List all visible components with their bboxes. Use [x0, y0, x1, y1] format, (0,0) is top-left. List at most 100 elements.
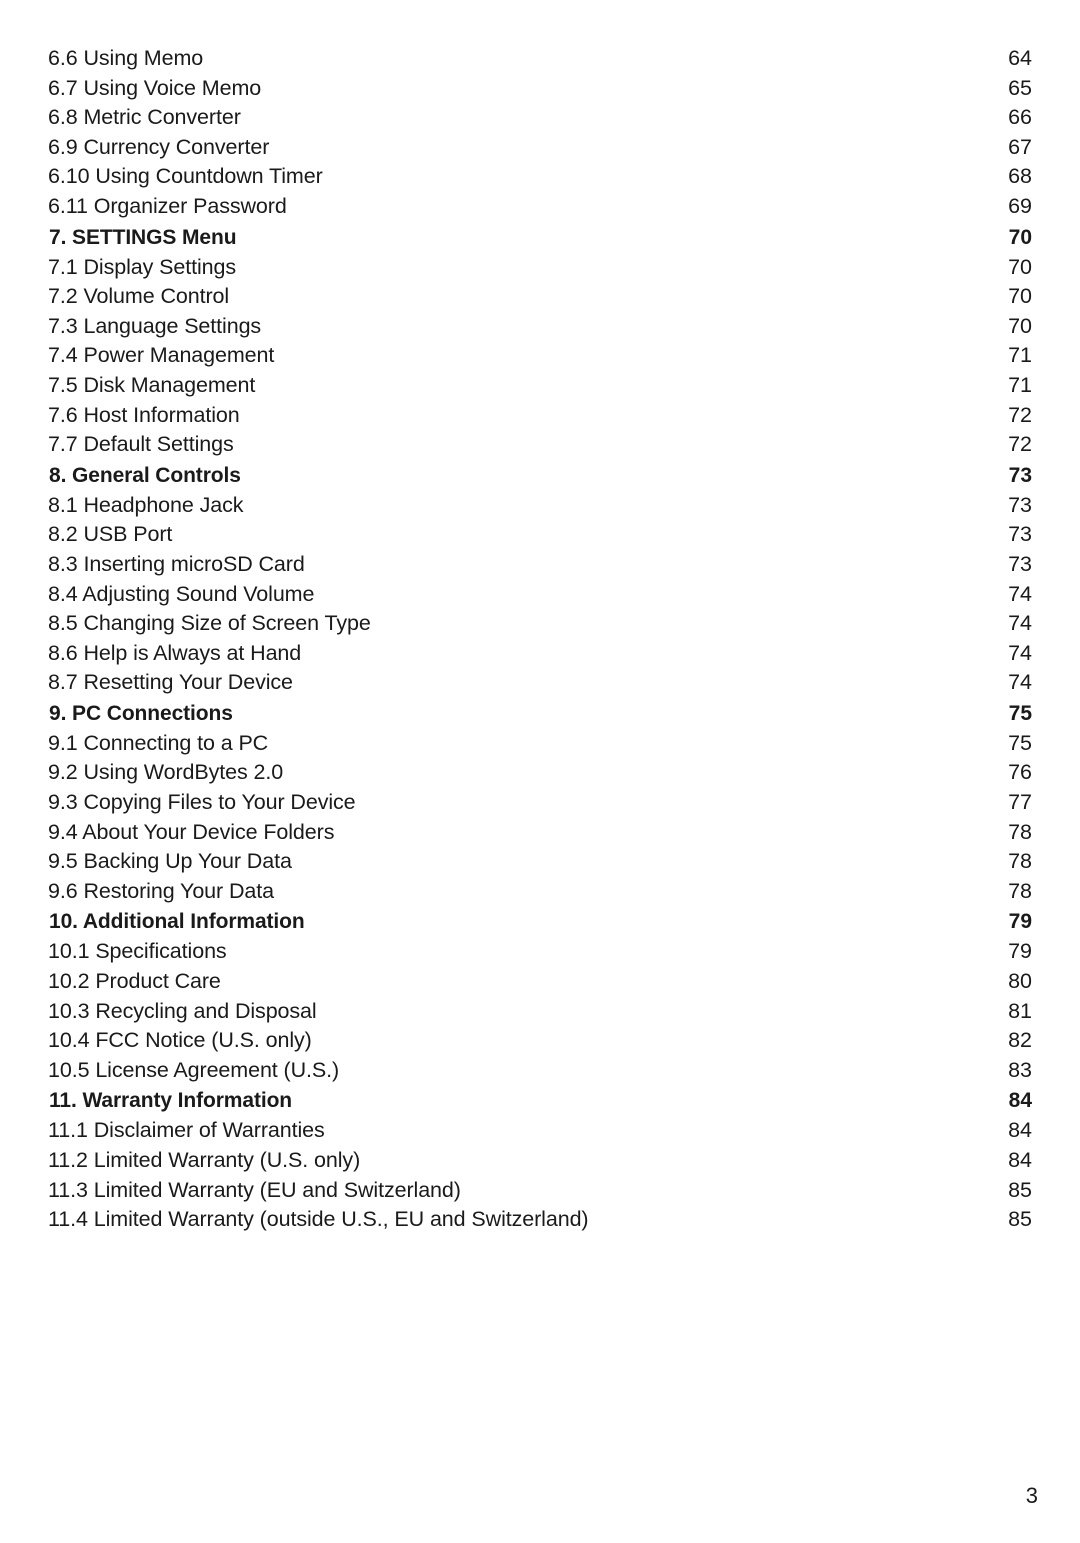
toc-entry[interactable]: 11.1 Disclaimer of Warranties 84	[48, 1116, 1032, 1146]
toc-entry[interactable]: 6.10 Using Countdown Timer 68	[48, 162, 1032, 192]
toc-entry-label: 7.4 Power Management	[48, 343, 275, 368]
toc-section-heading[interactable]: 11. Warranty Information 84	[48, 1085, 1032, 1116]
toc-entry-label: 8.5 Changing Size of Screen Type	[48, 611, 371, 636]
toc-entry-page-number: 81	[1008, 998, 1032, 1023]
table-of-contents: 6.6 Using Memo 64 6.7 Using Voice Memo 65 6.…	[48, 44, 1032, 1235]
toc-entry[interactable]: 8.3 Inserting microSD Card 73	[48, 550, 1032, 580]
toc-entry[interactable]: 10.3 Recycling and Disposal 81	[48, 997, 1032, 1027]
toc-entry[interactable]: 9.5 Backing Up Your Data 78	[48, 847, 1032, 877]
toc-entry-page-number: 78	[1008, 849, 1032, 874]
toc-entry-label: 11.1 Disclaimer of Warranties	[48, 1118, 325, 1143]
toc-entry[interactable]: 11.2 Limited Warranty (U.S. only) 84	[48, 1146, 1032, 1176]
toc-entry-page-number: 71	[1008, 372, 1032, 397]
toc-entry-label: 7. SETTINGS Menu	[49, 225, 237, 249]
toc-entry-page-number: 78	[1008, 819, 1032, 844]
toc-entry-label: 10.1 Specifications	[48, 939, 227, 964]
toc-entry[interactable]: 9.4 About Your Device Folders 78	[48, 818, 1032, 848]
toc-entry[interactable]: 11.4 Limited Warranty (outside U.S., EU …	[48, 1205, 1032, 1235]
toc-entry[interactable]: 6.6 Using Memo 64	[48, 44, 1032, 74]
toc-entry-label: 6.8 Metric Converter	[48, 105, 241, 130]
toc-entry[interactable]: 7.2 Volume Control 70	[48, 282, 1032, 312]
toc-entry[interactable]: 9.3 Copying Files to Your Device 77	[48, 788, 1032, 818]
toc-entry[interactable]: 8.6 Help is Always at Hand 74	[48, 639, 1032, 669]
toc-entry-label: 11. Warranty Information	[49, 1089, 293, 1113]
page-number-folio: 3	[1025, 1483, 1038, 1508]
toc-entry-page-number: 64	[1008, 46, 1032, 70]
toc-entry-label: 6.9 Currency Converter	[48, 134, 270, 159]
toc-entry-label: 9.3 Copying Files to Your Device	[48, 790, 356, 815]
toc-entry[interactable]: 8.1 Headphone Jack 73	[48, 491, 1032, 521]
toc-entry-page-number: 68	[1008, 164, 1032, 189]
toc-entry-page-number: 73	[1008, 463, 1032, 487]
toc-entry[interactable]: 10.1 Specifications 79	[48, 937, 1032, 967]
toc-entry-label: 9.4 About Your Device Folders	[48, 819, 335, 844]
toc-entry-label: 8.1 Headphone Jack	[48, 492, 244, 517]
toc-entry[interactable]: 6.7 Using Voice Memo 65	[48, 74, 1032, 104]
toc-entry[interactable]: 7.4 Power Management 71	[48, 341, 1032, 371]
toc-entry[interactable]: 11.3 Limited Warranty (EU and Switzerlan…	[48, 1176, 1032, 1206]
toc-entry-label: 9.5 Backing Up Your Data	[48, 849, 292, 874]
toc-entry-label: 6.6 Using Memo	[48, 46, 204, 70]
toc-entry-label: 7.7 Default Settings	[48, 432, 234, 457]
toc-entry-label: 7.3 Language Settings	[48, 313, 262, 338]
toc-section-heading[interactable]: 7. SETTINGS Menu 70	[48, 222, 1032, 253]
toc-entry-label: 9.2 Using WordBytes 2.0	[48, 760, 284, 785]
toc-entry-page-number: 85	[1008, 1207, 1032, 1232]
toc-entry[interactable]: 8.2 USB Port 73	[48, 520, 1032, 550]
toc-entry[interactable]: 10.2 Product Care 80	[48, 967, 1032, 997]
toc-entry-label: 8.2 USB Port	[48, 522, 173, 547]
toc-entry-page-number: 74	[1008, 640, 1032, 665]
toc-entry-page-number: 78	[1008, 878, 1032, 903]
toc-entry-label: 8.3 Inserting microSD Card	[48, 551, 305, 576]
toc-entry-page-number: 66	[1008, 105, 1032, 130]
toc-entry-page-number: 75	[1008, 730, 1032, 755]
toc-entry[interactable]: 8.4 Adjusting Sound Volume 74	[48, 580, 1032, 610]
toc-entry-page-number: 72	[1008, 432, 1032, 457]
toc-entry[interactable]: 6.8 Metric Converter 66	[48, 103, 1032, 133]
toc-entry[interactable]: 6.9 Currency Converter 67	[48, 133, 1032, 163]
toc-entry-label: 11.4 Limited Warranty (outside U.S., EU …	[48, 1207, 589, 1232]
toc-entry-label: 10.2 Product Care	[48, 969, 221, 994]
toc-entry-page-number: 70	[1008, 254, 1032, 279]
toc-entry-label: 6.10 Using Countdown Timer	[48, 164, 323, 189]
toc-entry[interactable]: 7.6 Host Information 72	[48, 401, 1032, 431]
toc-entry-label: 10.4 FCC Notice (U.S. only)	[48, 1028, 312, 1053]
toc-section-heading[interactable]: 8. General Controls 73	[48, 460, 1032, 491]
toc-entry-page-number: 74	[1008, 611, 1032, 636]
document-page: 6.6 Using Memo 64 6.7 Using Voice Memo 65 6.…	[0, 0, 1080, 1543]
toc-entry[interactable]: 9.2 Using WordBytes 2.0 76	[48, 758, 1032, 788]
toc-entry-label: 9.6 Restoring Your Data	[48, 878, 274, 903]
toc-entry[interactable]: 8.5 Changing Size of Screen Type 74	[48, 609, 1032, 639]
toc-entry-label: 9. PC Connections	[49, 701, 233, 725]
toc-entry-page-number: 76	[1008, 760, 1032, 785]
toc-entry[interactable]: 10.4 FCC Notice (U.S. only) 82	[48, 1026, 1032, 1056]
toc-entry[interactable]: 7.3 Language Settings 70	[48, 312, 1032, 342]
toc-entry[interactable]: 9.1 Connecting to a PC 75	[48, 729, 1032, 759]
toc-entry-label: 9.1 Connecting to a PC	[48, 730, 269, 755]
toc-entry[interactable]: 9.6 Restoring Your Data 78	[48, 877, 1032, 907]
toc-entry-label: 7.6 Host Information	[48, 402, 240, 427]
toc-entry-page-number: 71	[1008, 343, 1032, 368]
toc-entry-label: 8.6 Help is Always at Hand	[48, 640, 302, 665]
toc-entry[interactable]: 10.5 License Agreement (U.S.) 83	[48, 1056, 1032, 1086]
toc-entry[interactable]: 7.7 Default Settings 72	[48, 430, 1032, 460]
toc-entry[interactable]: 7.1 Display Settings 70	[48, 253, 1032, 283]
toc-entry-page-number: 79	[1008, 939, 1032, 964]
toc-entry-page-number: 72	[1008, 402, 1032, 427]
toc-entry-page-number: 73	[1008, 492, 1032, 517]
toc-entry[interactable]: 7.5 Disk Management 71	[48, 371, 1032, 401]
toc-section-heading[interactable]: 10. Additional Information 79	[48, 906, 1032, 937]
toc-entry-label: 8.4 Adjusting Sound Volume	[48, 581, 315, 606]
toc-entry[interactable]: 6.11 Organizer Password 69	[48, 192, 1032, 222]
toc-entry-page-number: 70	[1008, 225, 1032, 249]
toc-entry-label: 11.3 Limited Warranty (EU and Switzerlan…	[48, 1177, 461, 1202]
toc-entry-page-number: 82	[1008, 1028, 1032, 1053]
toc-entry-page-number: 84	[1008, 1089, 1032, 1113]
toc-section-heading[interactable]: 9. PC Connections 75	[48, 698, 1032, 729]
toc-entry-page-number: 73	[1008, 522, 1032, 547]
toc-entry-page-number: 69	[1008, 193, 1032, 218]
toc-entry-label: 7.5 Disk Management	[48, 372, 256, 397]
toc-entry-label: 8. General Controls	[49, 463, 241, 487]
toc-entry-page-number: 84	[1008, 1148, 1032, 1172]
toc-entry[interactable]: 8.7 Resetting Your Device 74	[48, 668, 1032, 698]
